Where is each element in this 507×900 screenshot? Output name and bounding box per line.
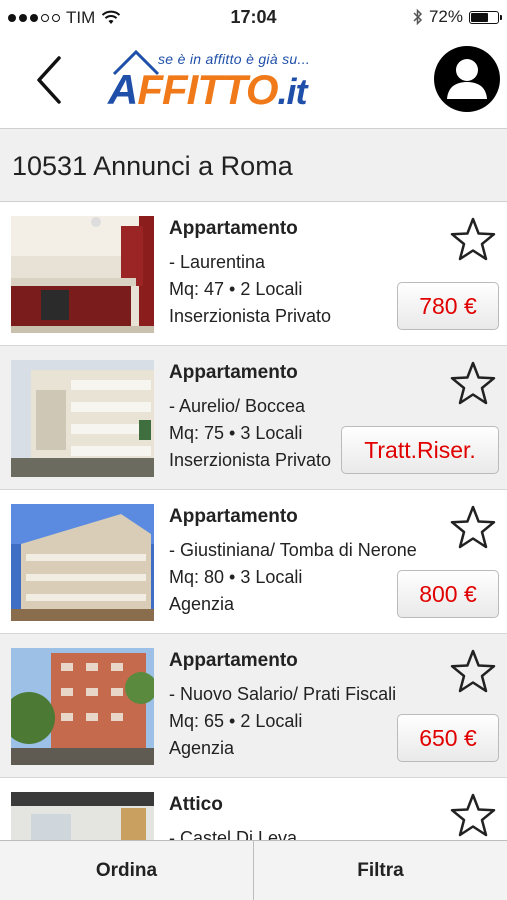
status-bar: TIM 17:04 72%	[0, 0, 507, 34]
listing-zone: - Nuovo Salario/ Prati Fiscali	[169, 684, 397, 704]
listing-advertiser: Inserzionista Privato	[169, 306, 332, 326]
listing-type: Appartamento	[169, 650, 298, 671]
results-header: 10531 Annunci a Roma	[0, 128, 507, 202]
listing-zone: - Laurentina	[169, 252, 266, 272]
results-count-title: 10531 Annunci a Roma	[12, 151, 293, 181]
star-icon	[450, 361, 496, 405]
listing-type: Attico	[169, 794, 223, 815]
listing-size: Mq: 47 • 2 Locali	[169, 279, 303, 299]
listing-row[interactable]: Appartamento - Aurelio/ Boccea Mq: 75 • …	[0, 346, 507, 490]
user-icon	[447, 59, 487, 99]
listing-photo	[11, 504, 154, 621]
listing-type: Appartamento	[169, 218, 298, 239]
listing-photo	[11, 360, 154, 477]
app-header: se è in affitto è già su... AFFITTO.it	[0, 34, 507, 128]
listing-zone: - Castel Di Leva	[169, 828, 298, 840]
logo-slogan: se è in affitto è già su...	[158, 51, 311, 67]
listing-row[interactable]: Attico - Castel Di Leva	[0, 778, 507, 840]
logo-wordmark: AFFITTO.it	[108, 66, 308, 113]
listing-size: Mq: 75 • 3 Locali	[169, 423, 303, 443]
favorite-button[interactable]	[449, 504, 497, 550]
price-button[interactable]: 800 €	[397, 570, 499, 618]
listing-advertiser: Agenzia	[169, 594, 235, 614]
listing-type: Appartamento	[169, 362, 298, 383]
price-button[interactable]: 650 €	[397, 714, 499, 762]
listing-row[interactable]: Appartamento - Nuovo Salario/ Prati Fisc…	[0, 634, 507, 778]
filter-button[interactable]: Filtra	[253, 841, 507, 900]
star-icon	[450, 649, 496, 693]
bluetooth-icon	[413, 8, 423, 26]
favorite-button[interactable]	[449, 648, 497, 694]
listing-photo	[11, 792, 154, 840]
status-right: 72%	[413, 7, 502, 27]
price-button[interactable]: Tratt.Riser.	[341, 426, 499, 474]
favorite-button[interactable]	[449, 360, 497, 406]
listings-list[interactable]: Appartamento - Laurentina Mq: 47 • 2 Loc…	[0, 202, 507, 840]
favorite-button[interactable]	[449, 216, 497, 262]
profile-button[interactable]	[434, 46, 500, 112]
affitto-logo: se è in affitto è già su... AFFITTO.it	[108, 46, 400, 116]
listing-advertiser: Agenzia	[169, 738, 235, 758]
chevron-left-icon	[37, 56, 61, 104]
battery-icon	[469, 10, 502, 24]
listing-size: Mq: 65 • 2 Locali	[169, 711, 303, 731]
listing-zone: - Giustiniana/ Tomba di Nerone	[169, 540, 417, 560]
listing-row[interactable]: Appartamento - Laurentina Mq: 47 • 2 Loc…	[0, 202, 507, 346]
star-icon	[450, 217, 496, 261]
bottom-toolbar: Ordina Filtra	[0, 840, 507, 900]
listing-zone: - Aurelio/ Boccea	[169, 396, 306, 416]
listing-row[interactable]: Appartamento - Giustiniana/ Tomba di Ner…	[0, 490, 507, 634]
sort-button[interactable]: Ordina	[0, 841, 253, 900]
star-icon	[450, 505, 496, 549]
star-icon	[450, 793, 496, 837]
back-button[interactable]	[30, 52, 70, 108]
favorite-button[interactable]	[449, 792, 497, 838]
listing-photo	[11, 648, 154, 765]
battery-percent: 72%	[428, 7, 463, 26]
listing-advertiser: Inserzionista Privato	[169, 450, 332, 470]
listing-photo	[11, 216, 154, 333]
listing-size: Mq: 80 • 3 Locali	[169, 567, 303, 587]
listing-type: Appartamento	[169, 506, 298, 527]
price-button[interactable]: 780 €	[397, 282, 499, 330]
